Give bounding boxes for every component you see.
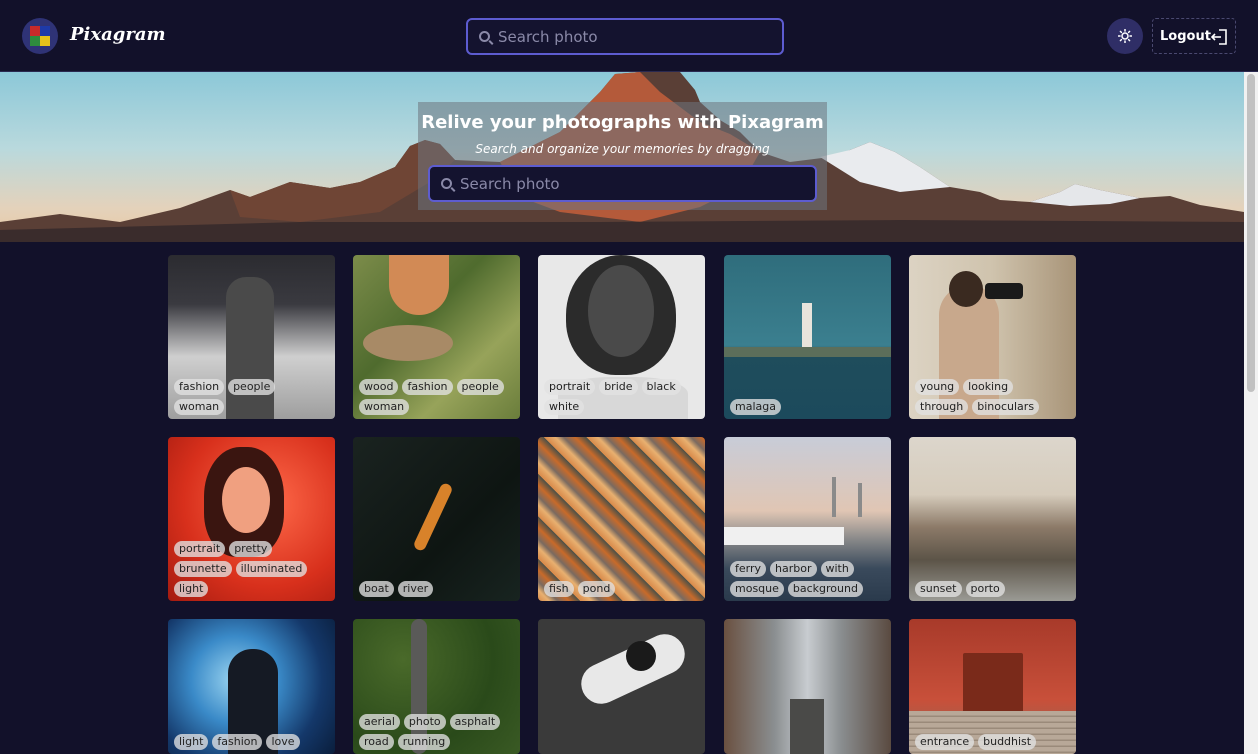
photo-tag[interactable]: fashion xyxy=(212,734,263,750)
photo-card[interactable]: portrait pretty brunette illuminated lig… xyxy=(168,437,335,601)
photo-card[interactable]: young looking through binoculars xyxy=(909,255,1076,419)
tag-list: malaga xyxy=(730,399,885,419)
header-search-box[interactable] xyxy=(466,18,784,55)
photo-card[interactable]: aerial photo asphalt road running xyxy=(353,619,520,754)
search-icon xyxy=(441,178,452,189)
photo-tag[interactable]: mosque xyxy=(730,581,784,597)
photo-card[interactable]: malaga xyxy=(724,255,891,419)
logout-icon xyxy=(1211,29,1227,45)
theme-toggle-button[interactable] xyxy=(1107,18,1143,54)
photo-card[interactable] xyxy=(724,619,891,754)
tag-list: wood fashion people woman xyxy=(359,379,514,419)
hero-banner: Relive your photographs with Pixagram Se… xyxy=(0,72,1244,242)
photo-card[interactable]: sunset porto xyxy=(909,437,1076,601)
photo-tag[interactable]: ferry xyxy=(730,561,767,577)
tag-list: ferry harbor with mosque background xyxy=(730,561,885,601)
photo-tag[interactable]: sunset xyxy=(915,581,962,597)
photo-tag[interactable]: photo xyxy=(403,714,446,730)
photo-tag[interactable]: asphalt xyxy=(449,714,501,730)
hero-title: Relive your photographs with Pixagram xyxy=(421,112,824,133)
photo-card[interactable]: fashion people woman xyxy=(168,255,335,419)
photo-tag[interactable]: porto xyxy=(965,581,1005,597)
tag-list: entrance buddhist xyxy=(915,734,1070,754)
tag-list: sunset porto xyxy=(915,581,1070,601)
photo-tag[interactable]: fashion xyxy=(174,379,225,395)
photo-tag[interactable]: wood xyxy=(359,379,399,395)
hero-panel: Relive your photographs with Pixagram Se… xyxy=(418,102,827,210)
photo-tag[interactable]: running xyxy=(397,734,451,750)
photo-tag[interactable]: fish xyxy=(544,581,574,597)
tag-list: fish pond xyxy=(544,581,699,601)
photo-tag[interactable]: light xyxy=(174,581,209,597)
photo-tag[interactable]: people xyxy=(228,379,276,395)
tag-list: aerial photo asphalt road running xyxy=(359,714,514,754)
photo-card[interactable]: entrance buddhist xyxy=(909,619,1076,754)
hero-search-box[interactable] xyxy=(428,165,817,202)
scrollbar-thumb[interactable] xyxy=(1247,74,1255,392)
photo-card[interactable]: portrait bride black white xyxy=(538,255,705,419)
hero-search-input[interactable] xyxy=(460,175,800,193)
photo-tag[interactable]: people xyxy=(456,379,504,395)
app-logo[interactable] xyxy=(22,18,58,54)
photo-tag[interactable]: through xyxy=(915,399,969,415)
photo-card[interactable]: wood fashion people woman xyxy=(353,255,520,419)
photo-tag[interactable]: entrance xyxy=(915,734,975,750)
photo-tag[interactable]: black xyxy=(641,379,681,395)
top-navbar: Pixagram Logout xyxy=(0,0,1258,72)
tag-list: young looking through binoculars xyxy=(915,379,1070,419)
header-search-input[interactable] xyxy=(498,28,768,46)
search-icon xyxy=(479,31,490,42)
photo-tag[interactable]: looking xyxy=(963,379,1014,395)
brand-name[interactable]: Pixagram xyxy=(70,24,166,45)
tag-list: boat river xyxy=(359,581,514,601)
photo-card[interactable]: light fashion love xyxy=(168,619,335,754)
photo-card[interactable]: ferry harbor with mosque background xyxy=(724,437,891,601)
photo-tag[interactable]: road xyxy=(359,734,394,750)
photo-card[interactable] xyxy=(538,619,705,754)
tag-list: portrait bride black white xyxy=(544,379,699,419)
photo-tag[interactable]: light xyxy=(174,734,209,750)
sun-icon xyxy=(1118,29,1132,43)
photo-tag[interactable]: with xyxy=(820,561,854,577)
tag-list: portrait pretty brunette illuminated lig… xyxy=(174,541,329,601)
photo-tag[interactable]: background xyxy=(787,581,863,597)
tag-list: fashion people woman xyxy=(174,379,329,419)
photo-tag[interactable]: woman xyxy=(174,399,225,415)
photo-tag[interactable]: love xyxy=(266,734,300,750)
photo-tag[interactable]: boat xyxy=(359,581,394,597)
photo-tag[interactable]: young xyxy=(915,379,960,395)
photo-tag[interactable]: portrait xyxy=(544,379,596,395)
logout-button[interactable]: Logout xyxy=(1152,18,1236,54)
photo-tag[interactable]: malaga xyxy=(730,399,781,415)
photo-tag[interactable]: fashion xyxy=(402,379,453,395)
photo-tag[interactable]: white xyxy=(544,399,585,415)
photo-tag[interactable]: aerial xyxy=(359,714,400,730)
tag-list: light fashion love xyxy=(174,734,329,754)
photo-tag[interactable]: binoculars xyxy=(972,399,1040,415)
photo-tag[interactable]: portrait xyxy=(174,541,226,557)
photo-tag[interactable]: pretty xyxy=(229,541,273,557)
photo-tag[interactable]: woman xyxy=(359,399,410,415)
photo-tag[interactable]: bride xyxy=(599,379,638,395)
photo-tag[interactable]: illuminated xyxy=(235,561,308,577)
photo-card[interactable]: fish pond xyxy=(538,437,705,601)
photo-tag[interactable]: pond xyxy=(577,581,616,597)
photo-tag[interactable]: harbor xyxy=(770,561,817,577)
photo-tag[interactable]: brunette xyxy=(174,561,232,577)
photo-tag[interactable]: river xyxy=(397,581,434,597)
logout-label: Logout xyxy=(1160,29,1211,44)
hero-subtitle: Search and organize your memories by dra… xyxy=(475,142,770,156)
photo-tag[interactable]: buddhist xyxy=(978,734,1037,750)
photo-card[interactable]: boat river xyxy=(353,437,520,601)
page-scrollbar[interactable] xyxy=(1244,72,1258,754)
